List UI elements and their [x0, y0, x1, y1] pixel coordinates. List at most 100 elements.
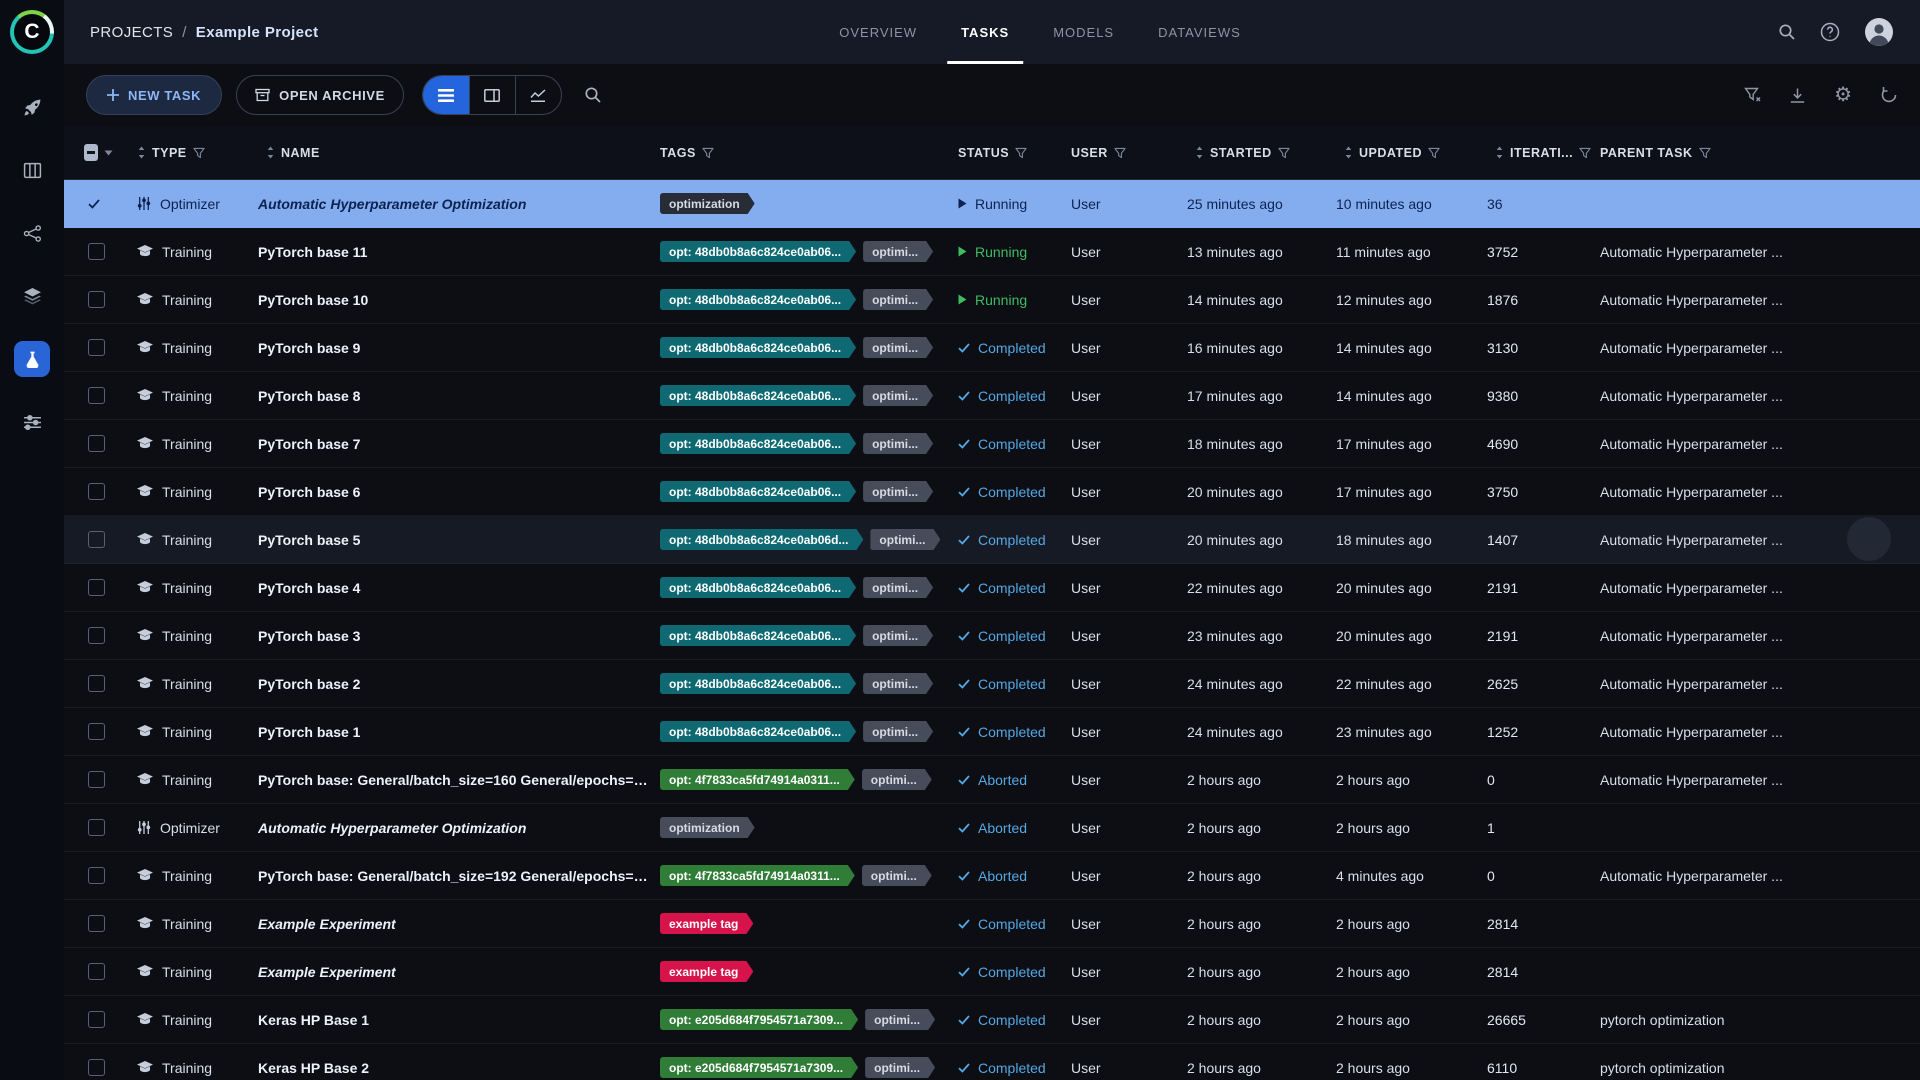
task-name[interactable]: PyTorch base 11 — [258, 244, 660, 260]
table-row[interactable]: TrainingPyTorch base 4opt: 48db0b8a6c824… — [64, 564, 1920, 612]
row-checkbox[interactable] — [88, 579, 105, 596]
tab-models[interactable]: MODELS — [1039, 0, 1128, 64]
tag[interactable]: optimi... — [862, 865, 932, 886]
sort-icon[interactable] — [1495, 146, 1504, 159]
table-row[interactable]: TrainingPyTorch base 11opt: 48db0b8a6c82… — [64, 228, 1920, 276]
row-checkbox[interactable] — [88, 819, 105, 836]
sidebar-item-projects[interactable] — [14, 152, 50, 188]
tag[interactable]: opt: 48db0b8a6c824ce0ab06... — [660, 673, 856, 694]
open-archive-button[interactable]: OPEN ARCHIVE — [236, 75, 404, 115]
task-parent[interactable]: Automatic Hyperparameter ... — [1600, 388, 1920, 404]
table-row[interactable]: TrainingPyTorch base 10opt: 48db0b8a6c82… — [64, 276, 1920, 324]
select-all[interactable] — [64, 144, 123, 161]
task-name[interactable]: Automatic Hyperparameter Optimization — [258, 820, 660, 836]
task-name[interactable]: PyTorch base 8 — [258, 388, 660, 404]
row-checkbox[interactable] — [88, 963, 105, 980]
sort-icon[interactable] — [1344, 146, 1353, 159]
tag[interactable]: optimi... — [863, 625, 933, 646]
task-name[interactable]: PyTorch base: General/batch_size=160 Gen… — [258, 772, 660, 788]
tag[interactable]: optimization — [660, 193, 755, 214]
table-view-button[interactable] — [423, 76, 469, 114]
row-checkbox[interactable] — [88, 723, 105, 740]
filter-column-icon[interactable] — [1579, 147, 1591, 159]
sidebar-item-datasets[interactable] — [14, 278, 50, 314]
tab-tasks[interactable]: TASKS — [947, 0, 1023, 64]
sort-icon[interactable] — [1195, 146, 1204, 159]
settings-icon[interactable]: ⚙ — [1834, 85, 1852, 105]
row-checkbox[interactable] — [88, 531, 105, 548]
tag[interactable]: opt: 48db0b8a6c824ce0ab06... — [660, 577, 856, 598]
breadcrumb-projects[interactable]: PROJECTS — [90, 24, 173, 41]
filter-column-icon[interactable] — [1278, 147, 1290, 159]
tag[interactable]: opt: 4f7833ca5fd74914a0311... — [660, 865, 855, 886]
task-name[interactable]: Example Experiment — [258, 916, 660, 932]
task-parent[interactable]: Automatic Hyperparameter ... — [1600, 868, 1920, 884]
task-parent[interactable]: Automatic Hyperparameter ... — [1600, 676, 1920, 692]
filter-column-icon[interactable] — [1428, 147, 1440, 159]
filter-column-icon[interactable] — [1699, 147, 1711, 159]
column-header-status[interactable]: STATUS — [958, 146, 1071, 160]
task-name[interactable]: PyTorch base 4 — [258, 580, 660, 596]
breadcrumb-current[interactable]: Example Project — [196, 24, 319, 41]
table-row[interactable]: TrainingPyTorch base: General/batch_size… — [64, 852, 1920, 900]
table-row[interactable]: OptimizerAutomatic Hyperparameter Optimi… — [64, 180, 1920, 228]
tag[interactable]: opt: 48db0b8a6c824ce0ab06... — [660, 337, 856, 358]
task-parent[interactable]: Automatic Hyperparameter ... — [1600, 580, 1920, 596]
tag[interactable]: optimi... — [863, 241, 933, 262]
table-row[interactable]: TrainingKeras HP Base 1opt: e205d684f795… — [64, 996, 1920, 1044]
tag[interactable]: optimi... — [865, 1009, 935, 1030]
clearml-logo[interactable]: C — [10, 10, 54, 54]
table-row[interactable]: TrainingPyTorch base 2opt: 48db0b8a6c824… — [64, 660, 1920, 708]
table-row[interactable]: TrainingPyTorch base 7opt: 48db0b8a6c824… — [64, 420, 1920, 468]
task-name[interactable]: Automatic Hyperparameter Optimization — [258, 196, 660, 212]
tag[interactable]: optimi... — [870, 529, 940, 550]
scroll-indicator[interactable] — [1847, 517, 1891, 561]
tag[interactable]: optimi... — [863, 433, 933, 454]
row-checkbox[interactable] — [88, 867, 105, 884]
tab-dataviews[interactable]: DATAVIEWS — [1144, 0, 1255, 64]
task-name[interactable]: PyTorch base 3 — [258, 628, 660, 644]
sidebar-item-experiments[interactable] — [14, 341, 50, 377]
tag[interactable]: optimi... — [865, 1057, 935, 1078]
table-row[interactable]: TrainingPyTorch base 6opt: 48db0b8a6c824… — [64, 468, 1920, 516]
table-row[interactable]: TrainingPyTorch base: General/batch_size… — [64, 756, 1920, 804]
row-checkbox[interactable] — [88, 435, 105, 452]
table-row[interactable]: TrainingPyTorch base 1opt: 48db0b8a6c824… — [64, 708, 1920, 756]
task-name[interactable]: Keras HP Base 2 — [258, 1060, 660, 1076]
chart-view-button[interactable] — [515, 76, 561, 114]
tab-overview[interactable]: OVERVIEW — [825, 0, 931, 64]
tag[interactable]: optimi... — [863, 289, 933, 310]
column-header-user[interactable]: USER — [1071, 146, 1187, 160]
sort-icon[interactable] — [137, 146, 146, 159]
task-name[interactable]: PyTorch base 1 — [258, 724, 660, 740]
row-checkbox[interactable] — [88, 1059, 105, 1076]
filter-column-icon[interactable] — [702, 147, 714, 159]
table-row[interactable]: TrainingKeras HP Base 2opt: e205d684f795… — [64, 1044, 1920, 1080]
row-checkbox[interactable] — [88, 291, 105, 308]
task-name[interactable]: Keras HP Base 1 — [258, 1012, 660, 1028]
new-task-button[interactable]: NEW TASK — [86, 75, 222, 115]
tag[interactable]: opt: 4f7833ca5fd74914a0311... — [660, 769, 855, 790]
task-parent[interactable]: Automatic Hyperparameter ... — [1600, 628, 1920, 644]
tag[interactable]: opt: 48db0b8a6c824ce0ab06... — [660, 385, 856, 406]
tag[interactable]: opt: 48db0b8a6c824ce0ab06... — [660, 433, 856, 454]
row-checkbox[interactable] — [88, 627, 105, 644]
task-parent[interactable]: Automatic Hyperparameter ... — [1600, 436, 1920, 452]
row-checkbox[interactable] — [88, 915, 105, 932]
split-view-button[interactable] — [469, 76, 515, 114]
tag[interactable]: example tag — [660, 913, 753, 934]
tag[interactable]: example tag — [660, 961, 753, 982]
row-checkbox[interactable] — [88, 675, 105, 692]
tag[interactable]: opt: e205d684f7954571a7309... — [660, 1009, 858, 1030]
task-parent[interactable]: Automatic Hyperparameter ... — [1600, 484, 1920, 500]
column-header-iteration[interactable]: ITERATI... — [1487, 146, 1600, 160]
tag[interactable]: optimi... — [863, 385, 933, 406]
table-row[interactable]: TrainingPyTorch base 5opt: 48db0b8a6c824… — [64, 516, 1920, 564]
sidebar-item-workers[interactable] — [14, 404, 50, 440]
auto-refresh-icon[interactable] — [1880, 86, 1898, 104]
task-name[interactable]: PyTorch base 6 — [258, 484, 660, 500]
tag[interactable]: opt: 48db0b8a6c824ce0ab06... — [660, 481, 856, 502]
sidebar-item-dashboard[interactable] — [14, 89, 50, 125]
task-name[interactable]: PyTorch base 2 — [258, 676, 660, 692]
column-header-type[interactable]: TYPE — [123, 146, 258, 160]
